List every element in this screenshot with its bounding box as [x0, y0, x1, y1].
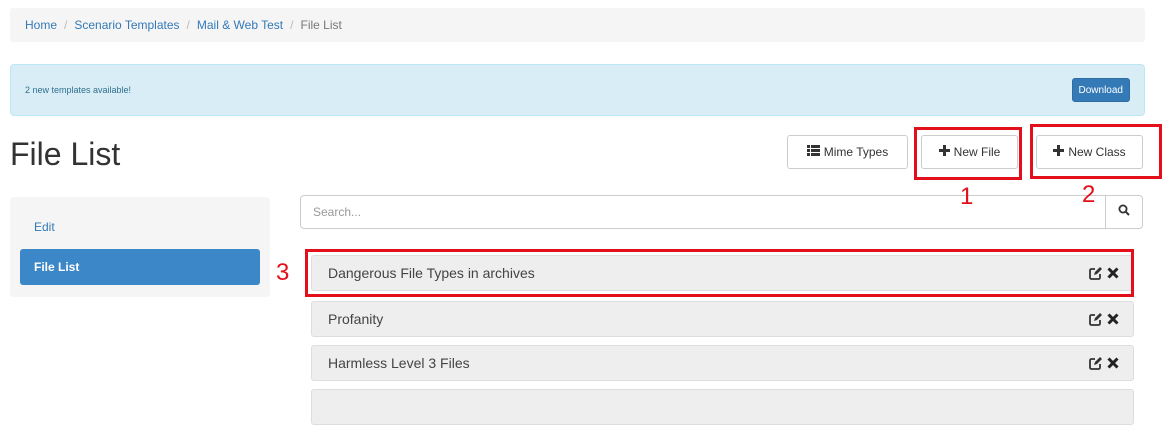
breadcrumb: Home / Scenario Templates / Mail & Web T…: [10, 8, 1145, 42]
delete-icon[interactable]: [1107, 357, 1119, 369]
sidebar: Edit File List: [10, 197, 270, 297]
page-title: File List: [10, 136, 121, 172]
annotation-number-1: 1: [960, 183, 974, 210]
mime-types-button[interactable]: Mime Types: [787, 135, 908, 169]
alert-text: 2 new templates available!: [25, 85, 132, 95]
breadcrumb-separator: /: [290, 18, 294, 32]
row-actions: [1089, 356, 1119, 370]
edit-icon[interactable]: [1089, 312, 1103, 326]
list-item[interactable]: Harmless Level 3 Files: [311, 345, 1134, 381]
list-item-name: Profanity: [328, 311, 384, 327]
search-button[interactable]: [1105, 195, 1143, 229]
mime-types-label: Mime Types: [823, 145, 889, 159]
breadcrumb-file-list: File List: [300, 18, 342, 32]
edit-icon[interactable]: [1089, 356, 1103, 370]
breadcrumb-scenario-templates[interactable]: Scenario Templates: [74, 18, 179, 32]
sidebar-item-edit[interactable]: Edit: [20, 209, 260, 245]
annotation-box-new-class: [1030, 124, 1162, 179]
row-actions: [1089, 312, 1119, 326]
annotation-number-2: 2: [1082, 181, 1096, 208]
search-icon: [1118, 203, 1130, 221]
breadcrumb-mail-web-test[interactable]: Mail & Web Test: [197, 18, 283, 32]
templates-alert: 2 new templates available! Download: [10, 64, 1145, 116]
breadcrumb-separator: /: [186, 18, 190, 32]
list-item[interactable]: Profanity: [311, 301, 1134, 337]
sidebar-item-file-list[interactable]: File List: [20, 249, 260, 285]
search-group: [300, 195, 1143, 229]
download-button[interactable]: Download: [1071, 78, 1130, 102]
annotation-box-new-file: [914, 127, 1022, 180]
breadcrumb-separator: /: [64, 18, 68, 32]
delete-icon[interactable]: [1107, 313, 1119, 325]
list-item-name: Harmless Level 3 Files: [328, 355, 470, 371]
annotation-number-3: 3: [276, 259, 290, 286]
list-icon: [806, 145, 820, 159]
annotation-box-list-item: [305, 249, 1134, 297]
search-input[interactable]: [300, 195, 1106, 229]
breadcrumb-home[interactable]: Home: [25, 18, 57, 32]
list-item: [311, 389, 1134, 425]
